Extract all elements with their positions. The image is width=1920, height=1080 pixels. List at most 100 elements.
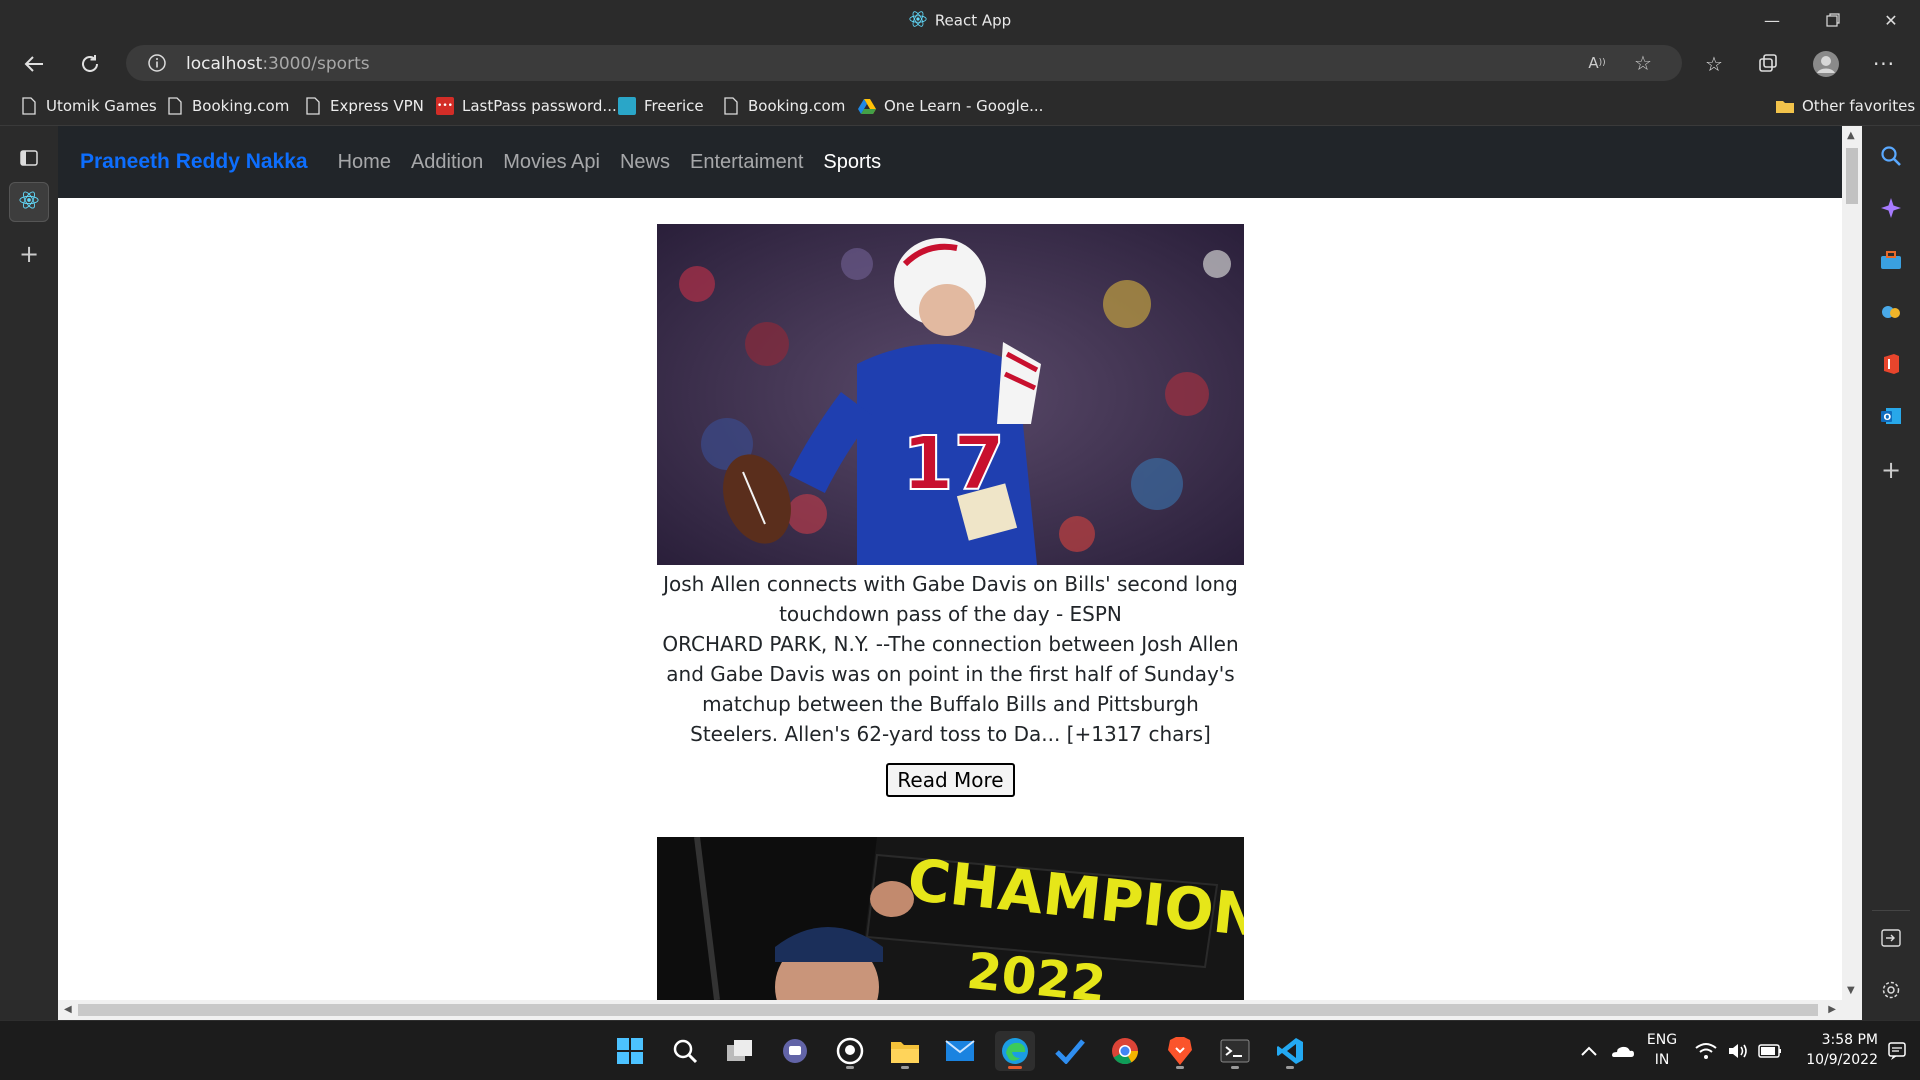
read-more-button[interactable]: Read More (886, 763, 1015, 797)
site-info-icon[interactable] (142, 48, 172, 78)
favorite-item[interactable]: One Learn - Google... (858, 95, 1043, 117)
games-icon[interactable] (1875, 296, 1907, 328)
back-icon[interactable] (18, 48, 50, 80)
hide-sidebar-icon[interactable] (1875, 922, 1907, 954)
volume-icon[interactable] (1722, 1031, 1754, 1071)
settings-more-icon[interactable]: ··· (1868, 48, 1900, 80)
page-icon (166, 97, 184, 115)
battery-icon[interactable] (1754, 1031, 1786, 1071)
refresh-icon[interactable] (74, 48, 106, 80)
close-icon[interactable]: ✕ (1868, 0, 1914, 40)
nav-link-sports[interactable]: Sports (823, 151, 881, 174)
clock-date: 10/9/2022 (1806, 1052, 1878, 1068)
add-favorite-icon[interactable]: ☆ (1628, 48, 1658, 78)
favorite-label: Booking.com (748, 97, 846, 115)
other-favorites[interactable]: Other favorites (1776, 95, 1915, 117)
brave-icon[interactable] (1160, 1031, 1200, 1071)
nav-link-home[interactable]: Home (338, 151, 391, 174)
office-icon[interactable] (1875, 348, 1907, 380)
search-icon[interactable] (1875, 140, 1907, 172)
page-icon (20, 97, 38, 115)
brand-link[interactable]: Praneeth Reddy Nakka (80, 150, 308, 174)
maximize-icon[interactable] (1810, 0, 1856, 40)
favorite-item[interactable]: ••• LastPass password... (436, 95, 617, 117)
scroll-left-icon[interactable]: ◀ (64, 1004, 72, 1015)
vertical-scrollbar[interactable]: ▲ ▼ (1842, 126, 1862, 1000)
running-indicator (1008, 1066, 1022, 1069)
new-tab-icon[interactable]: + (9, 234, 49, 274)
search-icon[interactable] (665, 1031, 705, 1071)
profile-avatar-icon[interactable] (1810, 48, 1842, 80)
start-icon[interactable] (610, 1031, 650, 1071)
todo-icon[interactable] (1050, 1031, 1090, 1071)
favorite-label: LastPass password... (462, 97, 617, 115)
favorite-item[interactable]: Freerice (618, 95, 704, 117)
read-aloud-icon[interactable]: A)) (1582, 48, 1612, 78)
page-icon (722, 97, 740, 115)
article-image: 17 (657, 224, 1244, 565)
nav-link-entertaiment[interactable]: Entertaiment (690, 151, 803, 174)
chrome-icon[interactable] (1105, 1031, 1145, 1071)
article-card: CHAMPION 2022 (657, 837, 1244, 1000)
running-indicator (846, 1066, 854, 1069)
nav-link-news[interactable]: News (620, 151, 670, 174)
article-headline: Josh Allen connects with Gabe Davis on B… (663, 572, 1238, 626)
running-indicator (1231, 1066, 1239, 1069)
app-navbar: Praneeth Reddy Nakka Home Addition Movie… (58, 126, 1842, 198)
favorites-icon[interactable]: ☆ (1698, 48, 1730, 80)
file-explorer-icon[interactable] (885, 1031, 925, 1071)
vertical-tabs-panel: + (0, 126, 58, 1020)
favorite-label: Freerice (644, 97, 704, 115)
discover-icon[interactable] (1875, 192, 1907, 224)
react-logo-icon (19, 190, 39, 214)
browser-toolbar: localhost:3000/sports A)) ☆ ☆ ··· (0, 40, 1920, 86)
collections-icon[interactable] (1752, 48, 1784, 80)
running-indicator (1176, 1066, 1184, 1069)
nav-link-addition[interactable]: Addition (411, 151, 483, 174)
svg-text:O: O (1884, 413, 1892, 423)
mail-icon[interactable] (940, 1031, 980, 1071)
wifi-icon[interactable] (1690, 1031, 1722, 1071)
article-image: CHAMPION 2022 (657, 837, 1244, 1000)
tools-icon[interactable] (1875, 244, 1907, 276)
url-text[interactable]: localhost:3000/sports (186, 54, 370, 74)
vscode-icon[interactable] (1270, 1031, 1310, 1071)
nav-link-movies-api[interactable]: Movies Api (503, 151, 600, 174)
scroll-up-icon[interactable]: ▲ (1847, 130, 1855, 141)
favorite-item[interactable]: Booking.com (166, 95, 289, 117)
favorites-bar: Utomik Games Booking.com Express VPN •••… (0, 86, 1920, 126)
running-indicator (1286, 1066, 1294, 1069)
scroll-thumb[interactable] (78, 1004, 1818, 1016)
github-icon[interactable] (830, 1031, 870, 1071)
page-viewport: Praneeth Reddy Nakka Home Addition Movie… (58, 126, 1862, 1020)
add-sidebar-app-icon[interactable]: + (1875, 454, 1907, 486)
onedrive-icon[interactable] (1603, 1031, 1641, 1071)
other-favorites-label: Other favorites (1802, 97, 1916, 115)
terminal-icon[interactable] (1215, 1031, 1255, 1071)
outlook-icon[interactable]: O (1875, 400, 1907, 432)
freerice-icon (618, 97, 636, 115)
favorite-label: Express VPN (330, 97, 424, 115)
task-view-icon[interactable] (720, 1031, 760, 1071)
favorite-item[interactable]: Express VPN (304, 95, 424, 117)
horizontal-scrollbar[interactable]: ◀ ▶ (58, 1000, 1862, 1020)
language-indicator[interactable]: ENG IN (1640, 1030, 1684, 1070)
teams-chat-icon[interactable] (775, 1031, 815, 1071)
clock[interactable]: 3:58 PM 10/9/2022 (1790, 1030, 1878, 1070)
scroll-right-icon[interactable]: ▶ (1828, 1004, 1836, 1015)
sidebar-settings-icon[interactable] (1875, 974, 1907, 1006)
scroll-down-icon[interactable]: ▼ (1847, 985, 1855, 996)
url-host: localhost (186, 54, 263, 74)
scroll-thumb[interactable] (1846, 148, 1858, 204)
tab-actions-icon[interactable] (9, 138, 49, 178)
favorite-label: Booking.com (192, 97, 290, 115)
favorite-item[interactable]: Utomik Games (20, 95, 157, 117)
tab-react-app[interactable] (9, 182, 49, 222)
window-title: React App (0, 10, 1920, 32)
minimize-icon[interactable]: — (1749, 0, 1795, 40)
favorite-item[interactable]: Booking.com (722, 95, 845, 117)
address-bar[interactable]: localhost:3000/sports A)) ☆ (126, 45, 1682, 81)
edge-icon[interactable] (995, 1031, 1035, 1071)
notifications-icon[interactable] (1880, 1031, 1914, 1071)
page-icon (304, 97, 322, 115)
